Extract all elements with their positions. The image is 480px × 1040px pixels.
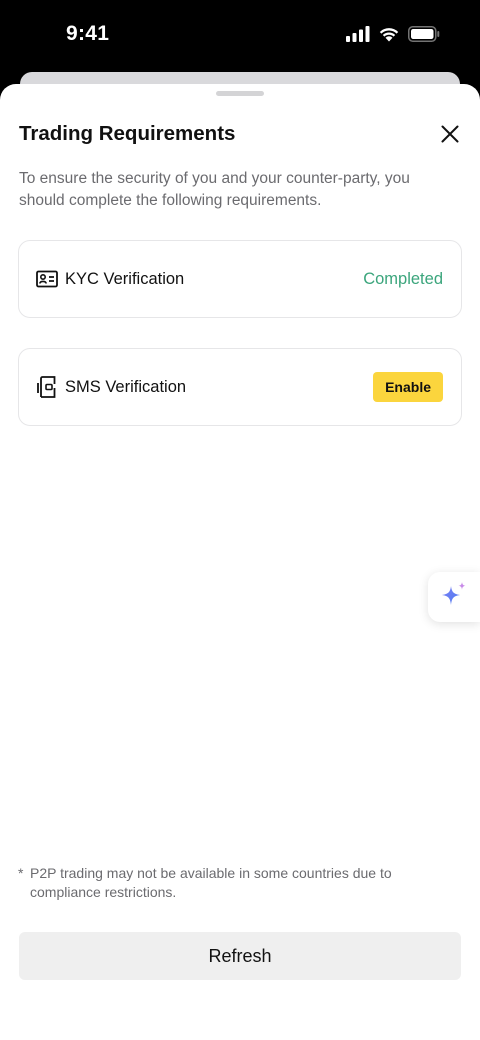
requirement-label: SMS Verification <box>65 377 187 396</box>
sparkle-icon <box>439 580 469 615</box>
close-button[interactable] <box>438 124 462 148</box>
footnote-asterisk: * <box>18 865 24 881</box>
cellular-signal-icon <box>346 26 370 42</box>
status-icons <box>346 26 440 42</box>
bottom-sheet: Trading Requirements To ensure the secur… <box>0 84 480 1040</box>
footnote-text: P2P trading may not be available in some… <box>30 865 392 900</box>
sheet-title: Trading Requirements <box>19 122 236 145</box>
status-completed: Completed <box>363 269 443 288</box>
battery-icon <box>408 26 440 42</box>
ai-assistant-button[interactable] <box>428 572 480 622</box>
sheet-grabber[interactable] <box>216 91 264 96</box>
requirement-sms: SMS Verification Enable <box>18 348 462 426</box>
requirement-kyc: KYC Verification Completed <box>18 240 462 318</box>
enable-sms-button[interactable]: Enable <box>373 372 443 402</box>
requirement-label: KYC Verification <box>65 269 185 288</box>
sheet-description: To ensure the security of you and your c… <box>19 170 410 209</box>
refresh-button[interactable]: Refresh <box>19 932 461 980</box>
footnote: * P2P trading may not be available in so… <box>18 864 458 902</box>
status-bar: 9:41 <box>0 0 480 70</box>
id-card-icon <box>36 268 58 290</box>
phone-icon <box>36 376 58 398</box>
close-icon <box>441 125 459 148</box>
status-time: 9:41 <box>66 22 110 45</box>
wifi-icon <box>378 26 400 42</box>
